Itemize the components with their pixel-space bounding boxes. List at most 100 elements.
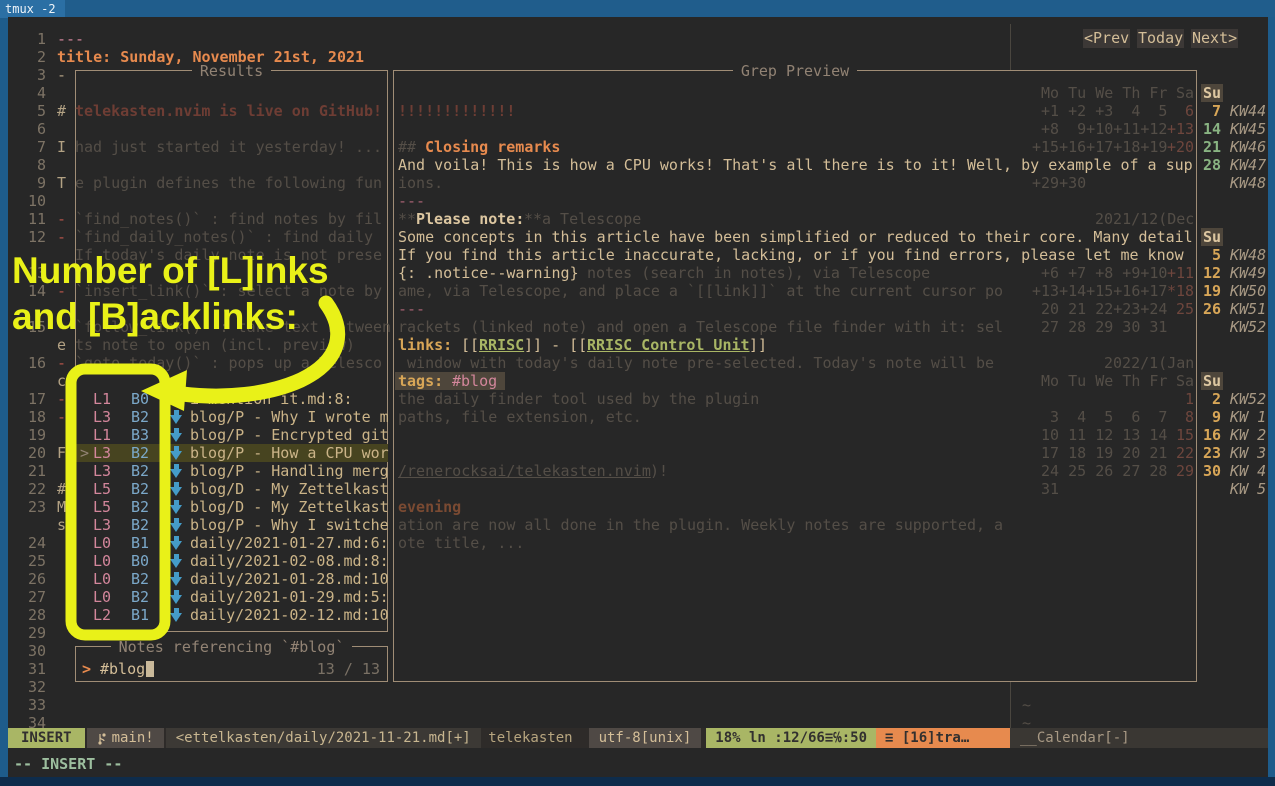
- result-item-text[interactable]: daily/2021-01-27.md:6:: [190, 534, 389, 552]
- result-item[interactable]: 27L0B2daily/2021-01-29.md:5:: [0, 588, 1275, 606]
- buffer-bleed-text: telekasten.nvim is live on GitHub!: [75, 102, 382, 120]
- calendar-sunday[interactable]: 5: [1203, 246, 1221, 264]
- calendar-sunday[interactable]: 30: [1203, 462, 1221, 480]
- calendar-week-number: KW 1: [1230, 408, 1266, 426]
- links-count[interactable]: L1: [93, 390, 111, 408]
- backlinks-count[interactable]: B1: [131, 534, 149, 552]
- terminal-row: 16-`goto_today()` : pops up a Telesco wi…: [0, 354, 1275, 372]
- file-down-icon: [170, 410, 183, 424]
- calendar-sunday[interactable]: 21: [1203, 138, 1221, 156]
- terminal-row: --- 20 21 22+23+24 2526KW51: [0, 300, 1275, 318]
- line-number: 23: [18, 498, 46, 516]
- result-item[interactable]: 19L1B3blog/P - Encrypted git 10 11 12 13…: [0, 426, 1275, 444]
- result-item[interactable]: 28L2B1daily/2021-02-12.md:10: [0, 606, 1275, 624]
- calendar-sunday[interactable]: 28: [1203, 156, 1221, 174]
- backlinks-count[interactable]: B2: [131, 570, 149, 588]
- result-item-text[interactable]: daily/2021-01-28.md:10: [190, 570, 389, 588]
- links-count[interactable]: L0: [93, 552, 111, 570]
- calendar-week-number: KW45: [1230, 120, 1266, 138]
- links-count[interactable]: L1: [93, 426, 111, 444]
- links-count[interactable]: L2: [93, 606, 111, 624]
- calendar-sunday[interactable]: 7: [1203, 102, 1221, 120]
- text-run: -: [57, 282, 66, 300]
- calendar-sunday[interactable]: 14: [1203, 120, 1221, 138]
- result-item-text[interactable]: blog/P - Encrypted git: [190, 426, 389, 444]
- calendar-statusline: __Calendar[-]: [1010, 728, 1268, 748]
- line-number: 26: [18, 570, 46, 588]
- backlinks-count[interactable]: B2: [131, 462, 149, 480]
- calendar-week-number: KW 2: [1230, 426, 1266, 444]
- calendar-week-number: KW51: [1230, 300, 1266, 318]
- result-item-text[interactable]: blog/P - Why I switche: [190, 516, 389, 534]
- result-item-text[interactable]: daily/2021-02-08.md:8:: [190, 552, 389, 570]
- line-number: 21: [18, 462, 46, 480]
- links-count[interactable]: L0: [93, 534, 111, 552]
- backlinks-count[interactable]: B0: [131, 552, 149, 570]
- screen: tmux -2 Grep Preview Results Notes refer…: [0, 0, 1275, 786]
- backlinks-count[interactable]: B2: [131, 516, 149, 534]
- calendar-sunday[interactable]: 9: [1203, 408, 1221, 426]
- result-item[interactable]: 17-L1B0i mention it.md:8:the daily finde…: [0, 390, 1275, 408]
- calendar-sunday[interactable]: 26: [1203, 300, 1221, 318]
- backlinks-count[interactable]: B0: [131, 390, 149, 408]
- terminal-row: 15-`follow_link()` : take text betweenra…: [0, 318, 1275, 336]
- calendar-week-number: KW 4: [1230, 462, 1266, 480]
- result-item[interactable]: 22#L5B2blog/D - My Zettelkast 31KW 5: [0, 480, 1275, 498]
- calendar-sunday[interactable]: 2: [1203, 390, 1221, 408]
- result-item[interactable]: 25L0B0daily/2021-02-08.md:8:: [0, 552, 1275, 570]
- result-item-text[interactable]: blog/D - My Zettelkast: [190, 498, 389, 516]
- calendar-saturday: 25: [1167, 300, 1194, 318]
- terminal-row: ctags: #blog Mo Tu We Th Fr SaSu: [0, 372, 1275, 390]
- calendar-sunday[interactable]: 19: [1203, 282, 1221, 300]
- result-item[interactable]: 18-L3B2blog/P - Why I wrote mpaths, file…: [0, 408, 1275, 426]
- result-item[interactable]: 21L3B2blog/P - Handling merg/renerocksai…: [0, 462, 1275, 480]
- result-item-text[interactable]: daily/2021-02-12.md:10: [190, 606, 389, 624]
- result-item-selected[interactable]: 20F>L3B2blog/P - How a CPU wor 17 18 19 …: [0, 444, 1275, 462]
- links-count[interactable]: L0: [93, 588, 111, 606]
- wiki-link[interactable]: RRISC Control Unit: [587, 336, 750, 354]
- result-item-text[interactable]: blog/P - How a CPU wor: [190, 444, 389, 462]
- calendar-sunday[interactable]: 16: [1203, 426, 1221, 444]
- backlinks-count[interactable]: B3: [131, 426, 149, 444]
- result-item-text[interactable]: blog/P - Why I wrote m: [190, 408, 389, 426]
- file-name: <ettelkasten/daily/2021-11-21.md[+]: [166, 728, 481, 748]
- links-count[interactable]: L5: [93, 498, 111, 516]
- terminal-row: 14-`insert_link()` : select a note byame…: [0, 282, 1275, 300]
- links-count[interactable]: L3: [93, 462, 111, 480]
- file-down-icon: [170, 518, 183, 532]
- links-count[interactable]: L5: [93, 480, 111, 498]
- buffer-bleed-text: If today's daily note is not prese: [75, 246, 382, 264]
- text-run: ]] - [[: [524, 336, 587, 354]
- search-input[interactable]: #blog: [100, 660, 145, 678]
- buffer-bleed-text: `follow_link()` : take text between: [75, 318, 391, 336]
- result-item-text[interactable]: i mention it.md:8:: [190, 390, 353, 408]
- links-count[interactable]: L3: [93, 408, 111, 426]
- result-item[interactable]: 24L0B1daily/2021-01-27.md:6:ote title, .…: [0, 534, 1275, 552]
- result-item[interactable]: 26 L0 B2 daily/2021-01-28.md:10: [0, 570, 1275, 588]
- calendar-sunday[interactable]: 12: [1203, 264, 1221, 282]
- links-count[interactable]: L3: [93, 444, 111, 462]
- preview-bleed-text: the daily finder tool used by the plugin: [398, 390, 759, 408]
- backlinks-count[interactable]: B2: [131, 498, 149, 516]
- tag-match[interactable]: #blog: [452, 372, 497, 390]
- backlinks-count[interactable]: B2: [131, 408, 149, 426]
- result-item[interactable]: sL3B2blog/P - Why I switcheation are now…: [0, 516, 1275, 534]
- links-count[interactable]: L0: [93, 570, 111, 588]
- result-item-text[interactable]: blog/D - My Zettelkast: [190, 480, 389, 498]
- backlinks-count[interactable]: B2: [131, 480, 149, 498]
- line-number: 31: [18, 660, 46, 678]
- backlinks-count[interactable]: B2: [131, 444, 149, 462]
- calendar-days: 27 28 29 30 31: [1032, 318, 1167, 336]
- links-count[interactable]: L3: [93, 516, 111, 534]
- terminal-row: 13{: .notice--warning} notes (search in …: [0, 264, 1275, 282]
- backlinks-count[interactable]: B2: [131, 588, 149, 606]
- result-item-text[interactable]: daily/2021-01-29.md:5:: [190, 588, 389, 606]
- terminal-row: 4 Mo Tu We Th Fr SaSu: [0, 84, 1275, 102]
- calendar-saturday: 22: [1167, 444, 1194, 462]
- result-item[interactable]: 23ML5B2blog/D - My Zettelkastevening: [0, 498, 1275, 516]
- result-item-text[interactable]: blog/P - Handling merg: [190, 462, 389, 480]
- backlinks-count[interactable]: B1: [131, 606, 149, 624]
- wiki-link[interactable]: RRISC: [479, 336, 524, 354]
- text-run: F: [57, 444, 66, 462]
- calendar-sunday[interactable]: 23: [1203, 444, 1221, 462]
